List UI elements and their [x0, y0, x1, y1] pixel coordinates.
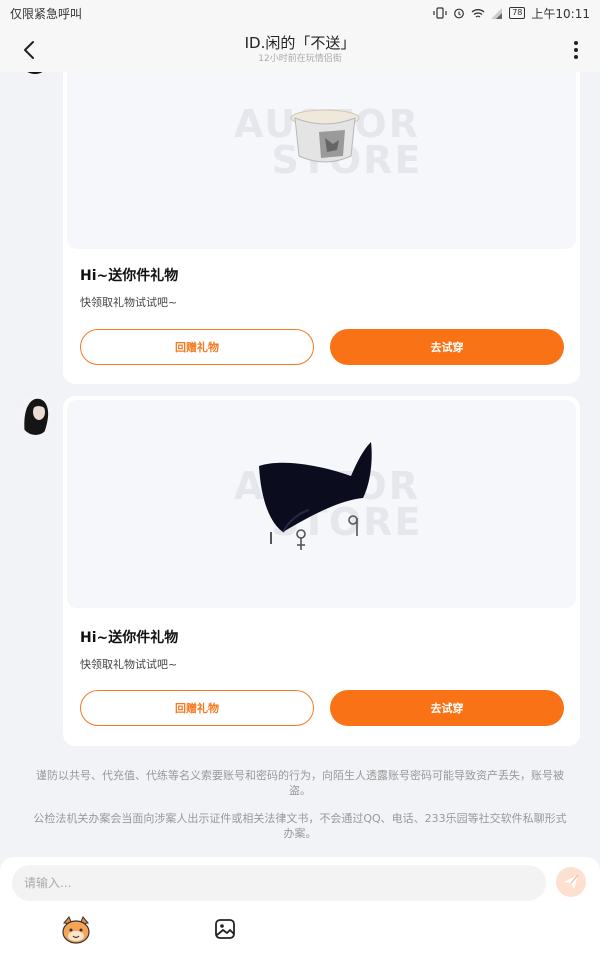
- gift-image-area: AUSTOR STORE: [67, 72, 576, 249]
- page-subtitle: 12小时前在玩情侣街: [258, 54, 342, 64]
- return-gift-button[interactable]: 回赠礼物: [80, 329, 314, 365]
- signal-icon: [491, 7, 503, 19]
- battery-indicator: 78: [509, 7, 526, 19]
- message-input[interactable]: [12, 865, 546, 901]
- clock: 上午10:11: [531, 6, 590, 21]
- carrier-text: 仅限紧急呼叫: [10, 6, 83, 21]
- try-on-button[interactable]: 去试穿: [330, 329, 564, 365]
- more-vertical-icon: [574, 41, 578, 59]
- input-bar: [0, 857, 600, 960]
- gift-message-card: AUSTOR STORE Hi~送你件礼物 快领取礼物试试吧~ 回赠礼物 去试穿: [63, 72, 580, 384]
- image-button[interactable]: [214, 918, 236, 940]
- try-on-button[interactable]: 去试穿: [330, 690, 564, 726]
- avatar[interactable]: [20, 72, 50, 74]
- status-bar: 仅限紧急呼叫 78 上午10:11: [0, 0, 600, 26]
- gift-image-area: AUSTOR STORE: [67, 400, 576, 608]
- emoji-face-icon: [62, 916, 90, 944]
- wifi-icon: [471, 8, 485, 18]
- image-icon: [215, 919, 235, 939]
- gift-hat-image: [290, 109, 360, 163]
- gift-title: Hi~送你件礼物: [80, 630, 179, 646]
- chat-area[interactable]: AUSTOR STORE Hi~送你件礼物 快领取礼物试试吧~ 回赠礼物 去试穿: [0, 72, 600, 857]
- alarm-icon: [454, 8, 465, 19]
- fraud-warning-notice: 谨防以共号、代充值、代练等名义索要账号和密码的行为，向陌生人透露账号密码可能导致…: [36, 769, 564, 797]
- gift-title: Hi~送你件礼物: [80, 268, 179, 284]
- nav-title-block: ID.闲的「不送」 12小时前在玩情侣街: [245, 33, 356, 65]
- back-button[interactable]: [18, 38, 42, 62]
- avatar[interactable]: [19, 395, 52, 435]
- gift-message-card: AUSTOR STORE Hi~送你件礼物 快领取礼物试试吧~ 回赠礼物 去试穿: [63, 396, 580, 746]
- page-title: ID.闲的「不送」: [244, 34, 356, 52]
- avatar-image: [19, 395, 52, 435]
- gift-description: 快领取礼物试试吧~: [80, 296, 178, 309]
- return-gift-button[interactable]: 回赠礼物: [80, 690, 314, 726]
- gift-choker-image: [259, 442, 372, 550]
- more-button[interactable]: [566, 38, 586, 62]
- nav-bar: ID.闲的「不送」 12小时前在玩情侣街: [0, 26, 600, 72]
- vibrate-icon: [433, 7, 447, 19]
- status-icons: 78 上午10:11: [433, 5, 590, 22]
- emoji-button[interactable]: [60, 915, 92, 945]
- chevron-left-icon: [24, 41, 34, 59]
- gift-description: 快领取礼物试试吧~: [80, 658, 178, 671]
- send-icon: [564, 874, 579, 889]
- police-notice: 公检法机关办案会当面向涉案人出示证件或相关法律文书，不会通过QQ、电话、233乐…: [33, 812, 567, 840]
- send-button[interactable]: [556, 867, 586, 897]
